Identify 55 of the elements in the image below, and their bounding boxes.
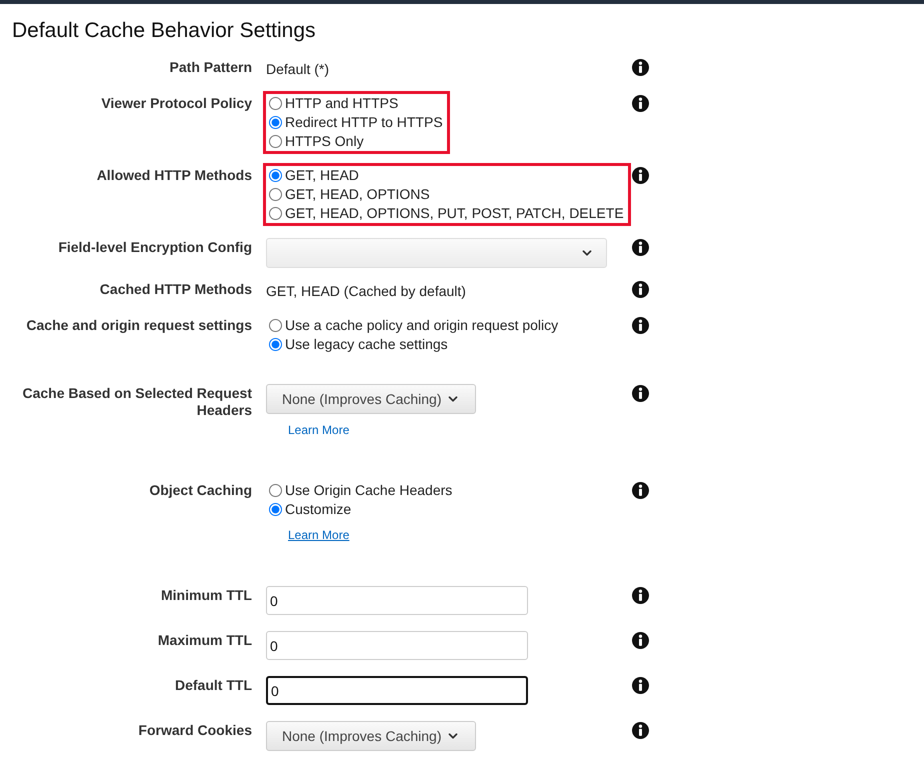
value-text: GET, HEAD (Cached by default) <box>266 283 466 299</box>
option-label: HTTPS Only <box>285 132 364 151</box>
field-label: Viewer Protocol Policy <box>100 95 252 112</box>
learn-more-link[interactable]: Learn More <box>288 526 350 544</box>
field-label: Field-level Encryption Config <box>57 239 252 256</box>
option-label: GET, HEAD, OPTIONS <box>285 185 430 204</box>
option-label: Customize <box>285 500 352 519</box>
option-label: GET, HEAD, OPTIONS, PUT, POST, PATCH, DELETE <box>285 204 624 223</box>
value-text: Default (*) <box>266 61 330 77</box>
dropdown-button[interactable]: None (Improves Caching) <box>266 384 476 414</box>
option-label: Redirect HTTP to HTTPS <box>285 113 443 132</box>
radio-button[interactable] <box>269 207 282 220</box>
info-icon[interactable] <box>632 482 649 499</box>
field-label: Forward Cookies <box>137 722 252 739</box>
radio-button[interactable] <box>269 338 282 351</box>
radio-button[interactable] <box>269 503 282 516</box>
field-label: Default TTL <box>174 677 252 694</box>
info-icon[interactable] <box>632 95 649 112</box>
ttl-input[interactable]: 0 <box>266 631 528 660</box>
field-label: Cached HTTP Methods <box>98 281 252 298</box>
field-label: Object Caching <box>148 482 252 499</box>
radio-button[interactable] <box>269 319 282 332</box>
option-label: GET, HEAD <box>285 166 359 185</box>
option-label: HTTP and HTTPS <box>285 94 398 113</box>
learn-more-link[interactable]: Learn More <box>288 421 350 439</box>
info-icon[interactable] <box>632 677 649 694</box>
section-title: Default Cache Behavior Settings <box>12 18 317 44</box>
radio-button[interactable] <box>269 135 282 148</box>
radio-button[interactable] <box>269 484 282 497</box>
info-icon[interactable] <box>632 317 649 334</box>
field-label: Minimum TTL <box>160 587 252 604</box>
field-label: Maximum TTL <box>156 632 252 649</box>
field-label: Cache and origin request settings <box>25 317 252 334</box>
option-label: Use legacy cache settings <box>285 335 448 354</box>
info-icon[interactable] <box>632 239 649 256</box>
ttl-input[interactable]: 0 <box>266 676 528 705</box>
info-icon[interactable] <box>632 281 649 298</box>
info-icon[interactable] <box>632 167 649 184</box>
field-label: Cache Based on Selected Request Headers <box>21 385 252 419</box>
radio-button[interactable] <box>269 97 282 110</box>
info-icon[interactable] <box>632 587 649 604</box>
option-label: Use Origin Cache Headers <box>285 481 452 500</box>
radio-button[interactable] <box>269 116 282 129</box>
radio-button[interactable] <box>269 169 282 182</box>
info-icon[interactable] <box>632 632 649 649</box>
info-icon[interactable] <box>632 385 649 402</box>
field-label: Path Pattern <box>168 59 252 76</box>
option-label: Use a cache policy and origin request policy <box>285 316 558 335</box>
field-label: Allowed HTTP Methods <box>96 167 252 184</box>
radio-button[interactable] <box>269 188 282 201</box>
select-field[interactable] <box>266 238 607 268</box>
dropdown-button[interactable]: None (Improves Caching) <box>266 721 476 751</box>
ttl-input[interactable]: 0 <box>266 586 528 615</box>
info-icon[interactable] <box>632 59 649 76</box>
info-icon[interactable] <box>632 722 649 739</box>
